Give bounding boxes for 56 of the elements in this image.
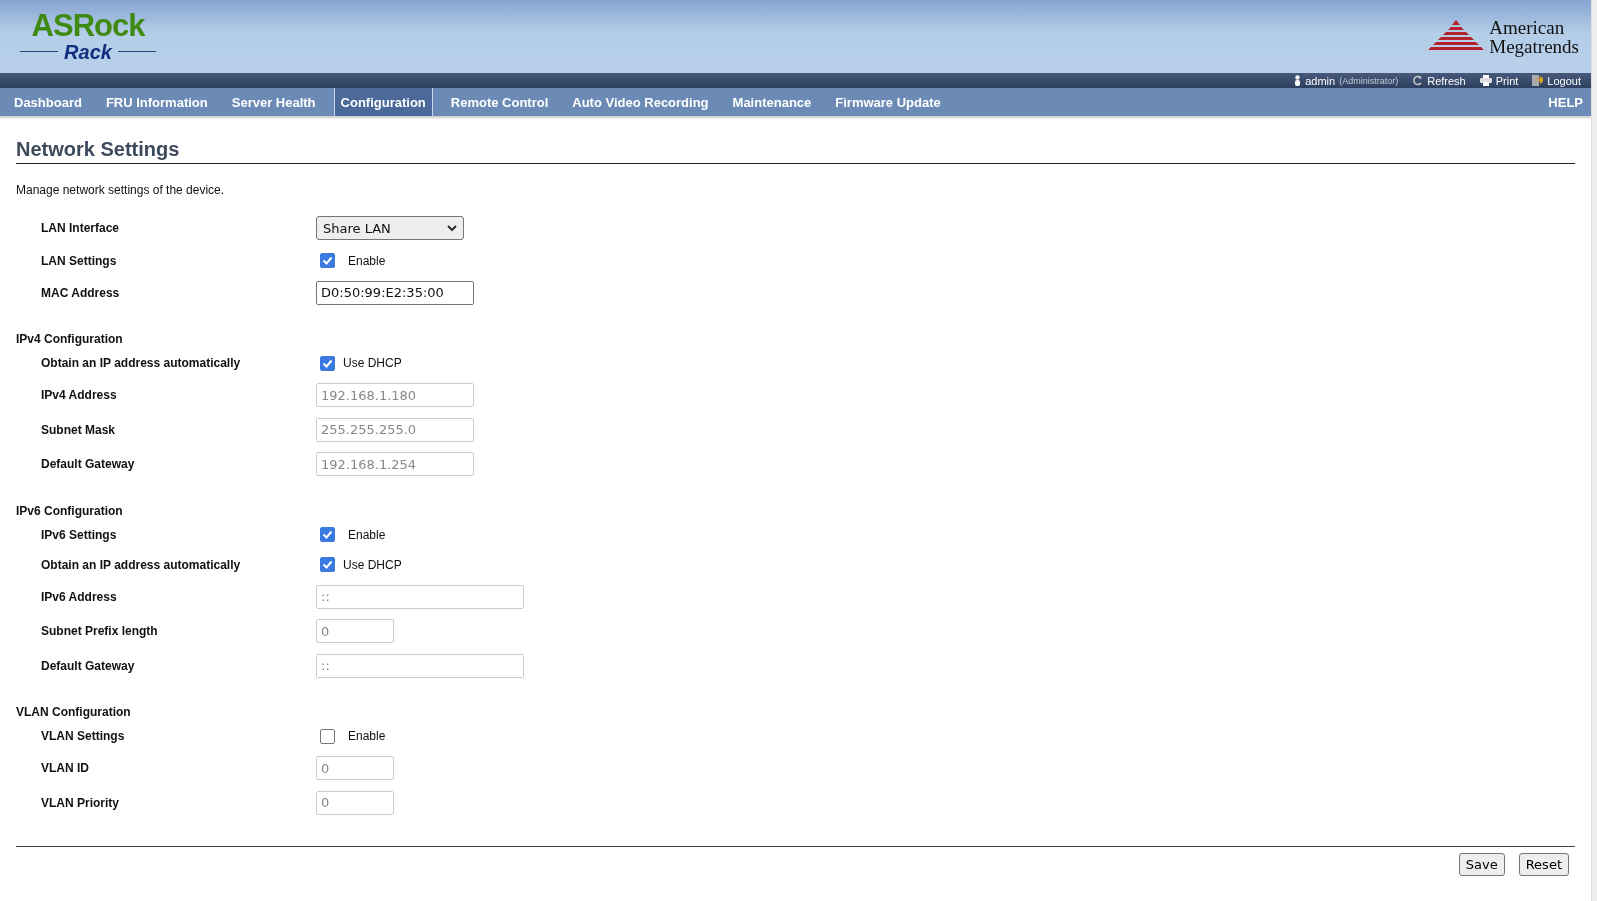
logo-wordmark: ASRock bbox=[31, 10, 145, 41]
section-heading: IPv4 Configuration bbox=[16, 332, 124, 346]
reset-button[interactable]: Reset bbox=[1518, 853, 1569, 876]
field-label: VLAN Settings bbox=[40, 729, 126, 743]
checkbox[interactable] bbox=[320, 355, 335, 371]
menu-tab[interactable]: Server Health bbox=[219, 88, 328, 116]
checkbox[interactable] bbox=[320, 527, 335, 542]
checkbox-label: Use DHCP bbox=[343, 557, 402, 572]
door-icon bbox=[1532, 75, 1544, 86]
user-icon bbox=[1294, 75, 1302, 86]
field-label: Subnet Mask bbox=[40, 422, 116, 437]
field-label: LAN Settings bbox=[40, 253, 118, 268]
user-name: admin bbox=[1305, 74, 1336, 87]
field-label: Obtain an IP address automatically bbox=[40, 356, 242, 370]
checkbox[interactable] bbox=[320, 253, 335, 268]
help-link[interactable]: HELP bbox=[1548, 88, 1591, 116]
vendor-name: American bbox=[1489, 17, 1566, 37]
toolbar-link[interactable]: Print bbox=[1495, 74, 1519, 87]
field-label: IPv4 Address bbox=[40, 388, 118, 403]
section-heading: VLAN Configuration bbox=[16, 705, 132, 719]
field-label: Subnet Prefix length bbox=[40, 624, 159, 639]
logo-subtitle: Rack bbox=[64, 40, 112, 63]
menu-tab[interactable]: Remote Control bbox=[438, 88, 561, 116]
save-button[interactable]: Save bbox=[1458, 853, 1505, 876]
vendor-name: Megatrends bbox=[1489, 36, 1579, 56]
section-heading: IPv6 Configuration bbox=[16, 503, 124, 518]
field-label: Default Gateway bbox=[40, 658, 136, 673]
menu-tab[interactable]: Firmware Update bbox=[823, 88, 953, 116]
checkbox-label: Use DHCP bbox=[343, 356, 402, 370]
field-label: IPv6 Address bbox=[40, 589, 118, 604]
checkbox[interactable] bbox=[320, 728, 335, 744]
input-field[interactable]: D0:50:99:E2:35:00 bbox=[316, 280, 474, 305]
toolbar-link[interactable]: Logout bbox=[1547, 74, 1581, 87]
menu-tab[interactable]: Dashboard bbox=[2, 88, 94, 116]
checkbox-label: Enable bbox=[348, 253, 386, 268]
checkbox-label: Enable bbox=[348, 527, 386, 542]
field-label: MAC Address bbox=[40, 285, 121, 300]
field-label: VLAN Priority bbox=[40, 795, 120, 810]
caret-icon bbox=[447, 224, 457, 232]
field-label: Obtain an IP address automatically bbox=[40, 557, 242, 572]
field-label: VLAN ID bbox=[40, 761, 90, 776]
checkbox-label: Enable bbox=[348, 729, 386, 743]
user-role: (Administrator) bbox=[1339, 75, 1399, 86]
menu-tab[interactable]: Maintenance bbox=[720, 88, 824, 116]
checkbox[interactable] bbox=[320, 557, 335, 572]
menu-tab[interactable]: FRU Information bbox=[93, 88, 220, 116]
dropdown[interactable]: Share LAN bbox=[316, 216, 464, 241]
menu-tab[interactable]: Auto Video Recording bbox=[560, 88, 721, 116]
field-label: LAN Interface bbox=[40, 221, 121, 236]
menu-tab[interactable]: Configuration bbox=[333, 88, 433, 116]
toolbar-link[interactable]: Refresh bbox=[1427, 74, 1466, 87]
page-title: Network Settings bbox=[16, 138, 1575, 164]
field-label: IPv6 Settings bbox=[40, 527, 118, 542]
field-label: Default Gateway bbox=[40, 457, 136, 472]
page-description: Manage network settings of the device. bbox=[16, 183, 226, 197]
refresh-icon bbox=[1412, 75, 1424, 86]
